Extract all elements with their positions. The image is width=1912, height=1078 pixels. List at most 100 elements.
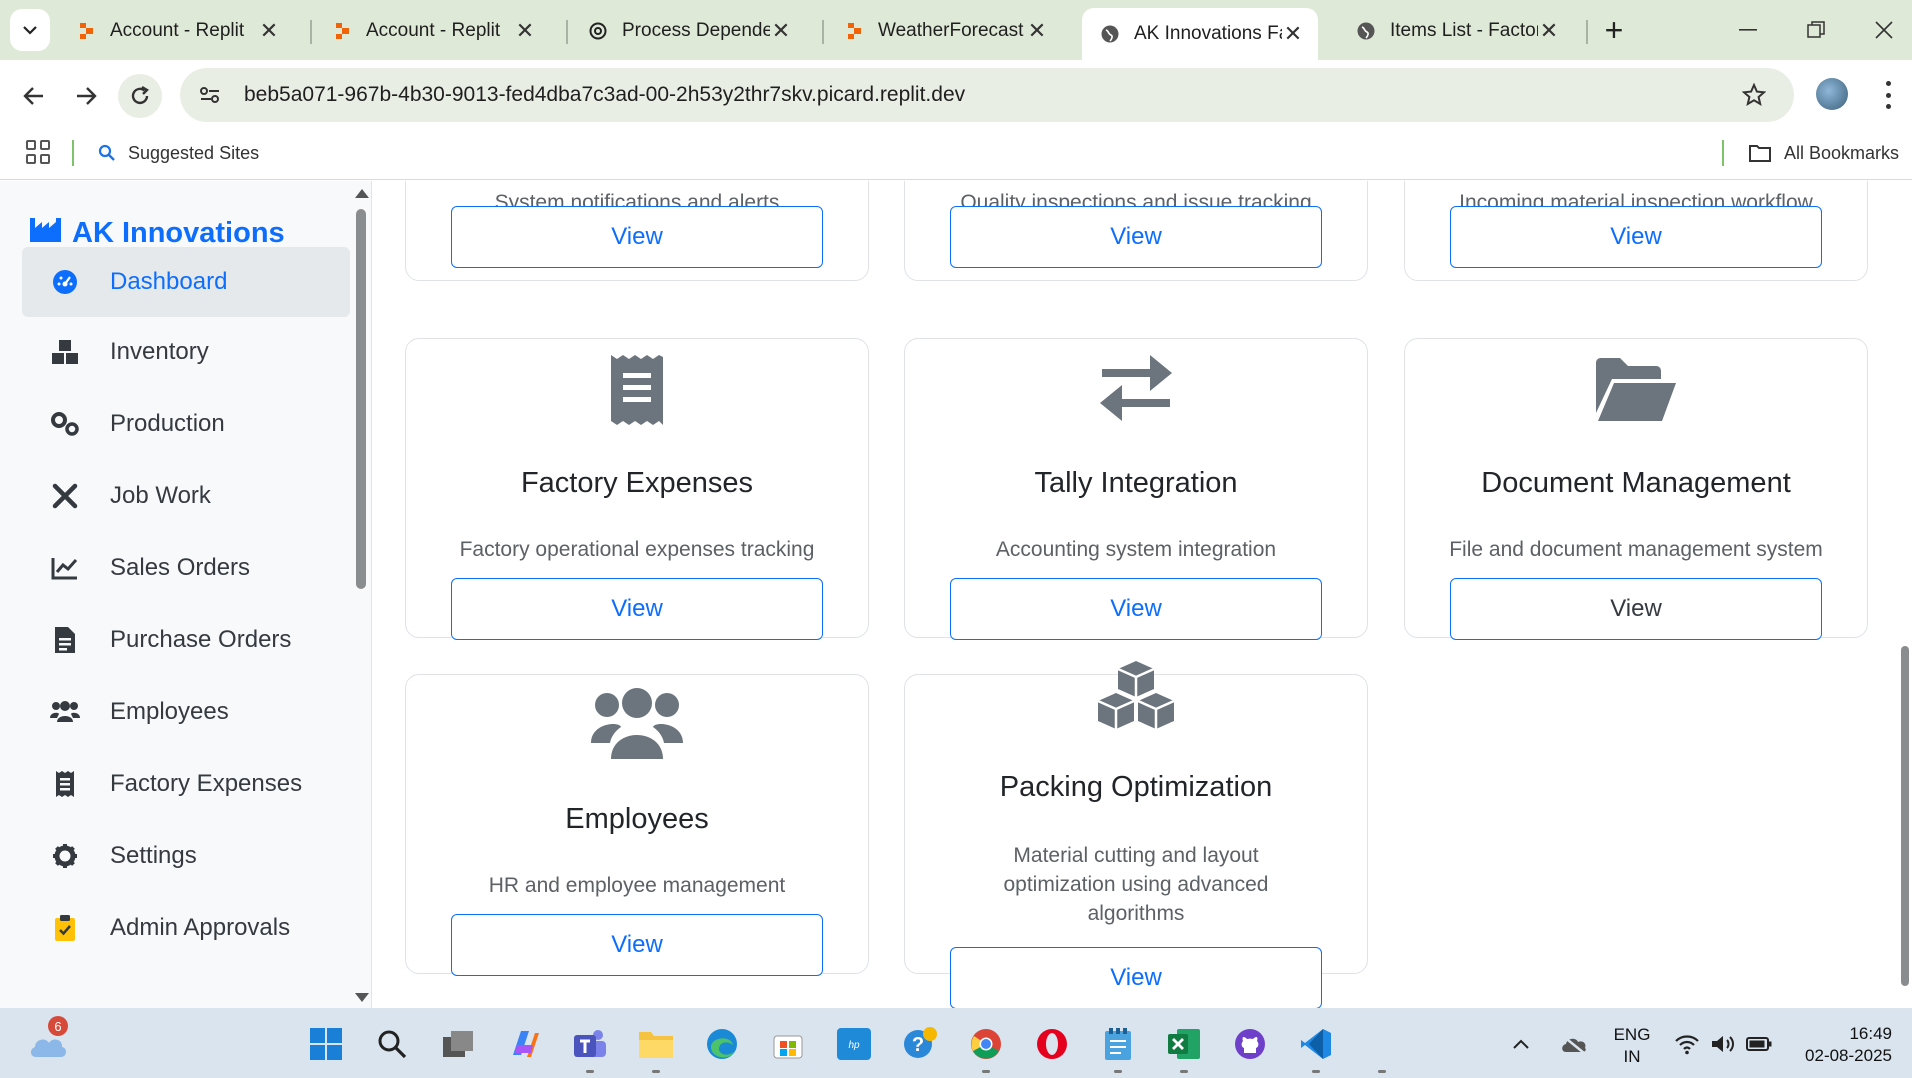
store-icon — [773, 1035, 803, 1059]
task-view-icon — [443, 1031, 473, 1057]
weather-widget[interactable]: 6 — [26, 1016, 70, 1064]
reload-icon — [131, 85, 149, 105]
brand-logo[interactable]: AK Innovations — [30, 215, 285, 251]
clock[interactable]: 16:49 02-08-2025 — [1792, 1023, 1892, 1067]
tab-0[interactable]: Account - Replit ✕ — [58, 10, 294, 52]
sidebar-item-factory-expenses[interactable]: Factory Expenses — [22, 749, 350, 819]
sidebar-item-production[interactable]: Production — [22, 389, 350, 459]
input-language-indicator[interactable]: ENG IN — [1612, 1024, 1652, 1068]
invoice-icon — [50, 625, 80, 655]
sidebar-item-label: Purchase Orders — [110, 626, 292, 653]
task-view-button[interactable] — [438, 1024, 478, 1064]
store-app[interactable] — [768, 1024, 808, 1064]
close-icon[interactable]: ✕ — [1538, 18, 1560, 43]
bookmarks-bar: Suggested Sites All Bookmarks — [0, 130, 1912, 180]
site-info-button[interactable] — [190, 75, 230, 115]
search-icon — [378, 1030, 407, 1059]
restore-button[interactable] — [1782, 0, 1850, 60]
bookmark-star-button[interactable] — [1734, 75, 1774, 115]
view-button[interactable]: View — [950, 578, 1322, 640]
running-indicator — [1180, 1070, 1188, 1073]
profile-avatar[interactable] — [1816, 78, 1848, 110]
clipboard-icon — [50, 913, 80, 943]
back-button[interactable] — [12, 74, 56, 118]
scroll-down-arrow[interactable] — [355, 993, 369, 1002]
close-icon[interactable]: ✕ — [514, 18, 536, 43]
help-app[interactable]: ? — [900, 1024, 940, 1064]
star-icon — [1742, 83, 1766, 107]
notepad-app[interactable] — [1098, 1024, 1138, 1064]
apps-grid-icon[interactable] — [26, 140, 50, 164]
view-button[interactable]: View — [451, 914, 823, 976]
battery-status[interactable] — [1742, 1024, 1776, 1064]
page-scrollbar[interactable] — [1898, 181, 1912, 1008]
scroll-up-arrow[interactable] — [355, 189, 369, 198]
close-icon[interactable]: ✕ — [1026, 18, 1048, 43]
browser-menu-button[interactable] — [1872, 78, 1904, 112]
copilot-app[interactable] — [504, 1024, 544, 1064]
view-button[interactable]: View — [1450, 206, 1822, 268]
sidebar-item-sales-orders[interactable]: Sales Orders — [22, 533, 350, 603]
window-close-button[interactable] — [1850, 0, 1912, 60]
sidebar-item-employees[interactable]: Employees — [22, 677, 350, 747]
sidebar-item-label: Sales Orders — [110, 554, 251, 581]
tab-4-active[interactable]: AK Innovations Fac ✕ — [1082, 8, 1318, 60]
tab-search-button[interactable] — [10, 9, 50, 51]
sidebar-item-job-work[interactable]: Job Work — [22, 461, 350, 531]
card-description: HR and employee management — [488, 874, 786, 897]
opera-app[interactable] — [1032, 1024, 1072, 1064]
new-tab-button[interactable]: + — [1596, 12, 1632, 48]
sidebar-item-dashboard[interactable]: Dashboard — [22, 247, 350, 317]
globe-icon — [1100, 24, 1120, 44]
close-icon[interactable]: ✕ — [770, 18, 792, 43]
chrome-app[interactable] — [966, 1024, 1006, 1064]
sidebar-item-settings[interactable]: Settings — [22, 821, 350, 891]
wifi-status[interactable] — [1670, 1024, 1704, 1064]
myhp-icon: hp — [837, 1028, 871, 1060]
github-app[interactable] — [1230, 1024, 1270, 1064]
close-icon[interactable]: ✕ — [258, 18, 280, 43]
all-bookmarks-label: All Bookmarks — [1784, 142, 1900, 163]
file-explorer-app[interactable] — [636, 1024, 676, 1064]
tab-3[interactable]: WeatherForecast - ✕ — [826, 10, 1062, 52]
view-button[interactable]: View — [451, 578, 823, 640]
scrollbar-thumb[interactable] — [1901, 646, 1909, 986]
scrollbar-thumb[interactable] — [356, 209, 366, 589]
industry-icon — [30, 216, 62, 250]
url-text[interactable]: beb5a071-967b-4b30-9013-fed4dba7c3ad-00-… — [244, 83, 1734, 107]
suggested-sites-link[interactable]: Suggested Sites — [98, 140, 259, 166]
start-button[interactable] — [306, 1024, 346, 1064]
taskbar-search[interactable] — [372, 1024, 412, 1064]
tab-1[interactable]: Account - Replit ✕ — [314, 10, 550, 52]
teams-app[interactable] — [570, 1024, 610, 1064]
view-button[interactable]: View — [1450, 578, 1822, 640]
clock-date: 02-08-2025 — [1805, 1046, 1892, 1065]
all-bookmarks-button[interactable]: All Bookmarks — [1748, 140, 1899, 166]
close-icon[interactable]: ✕ — [1282, 21, 1304, 46]
sidebar-item-admin-approvals[interactable]: Admin Approvals — [22, 893, 350, 963]
sidebar-item-purchase-orders[interactable]: Purchase Orders — [22, 605, 350, 675]
tab-5[interactable]: Items List - Factory ✕ — [1338, 10, 1574, 52]
show-hidden-icons-button[interactable] — [1506, 1024, 1536, 1064]
sidebar-item-label: Settings — [110, 842, 197, 869]
view-button[interactable]: View — [451, 206, 823, 268]
sidebar-item-label: Production — [110, 410, 225, 437]
card-employees: Employees HR and employee management Vie… — [405, 674, 869, 976]
edge-app[interactable] — [702, 1024, 742, 1064]
sidebar-item-inventory[interactable]: Inventory — [22, 317, 350, 387]
view-button[interactable]: View — [950, 947, 1322, 1008]
view-button[interactable]: View — [950, 206, 1322, 268]
sidebar-scrollbar[interactable] — [350, 181, 372, 1008]
reload-button[interactable] — [118, 74, 162, 118]
sidebar-item-label: Admin Approvals — [110, 914, 291, 941]
excel-app[interactable] — [1164, 1024, 1204, 1064]
address-bar[interactable]: beb5a071-967b-4b30-9013-fed4dba7c3ad-00-… — [180, 68, 1794, 122]
vscode-app[interactable] — [1296, 1024, 1336, 1064]
tab-2[interactable]: Process Dependen ✕ — [570, 10, 806, 52]
minimize-button[interactable] — [1714, 0, 1782, 60]
folder-open-icon — [1405, 357, 1867, 423]
myhp-app[interactable]: hp — [834, 1024, 874, 1064]
onedrive-status[interactable] — [1556, 1024, 1592, 1064]
forward-button[interactable] — [64, 74, 108, 118]
volume-status[interactable] — [1706, 1024, 1740, 1064]
